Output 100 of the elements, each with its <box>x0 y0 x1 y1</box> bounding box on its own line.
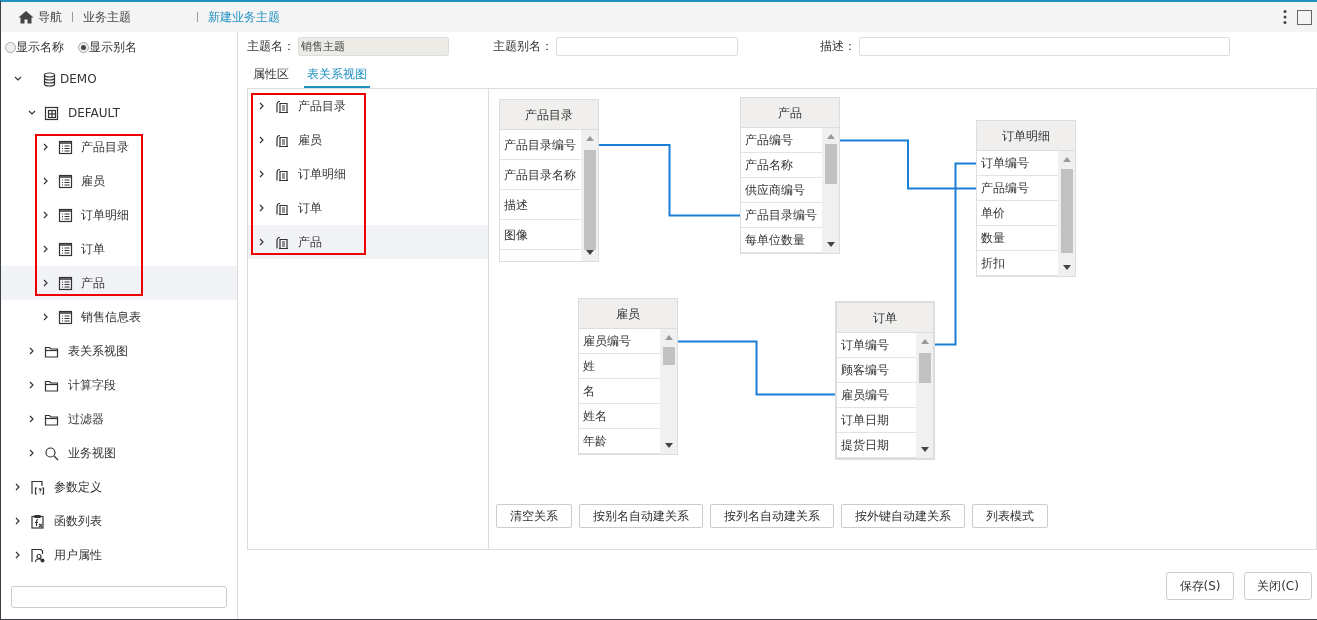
field-label: 主题名： <box>247 38 295 55</box>
scroll-down-icon <box>920 447 929 452</box>
scroll-up-icon <box>920 339 929 344</box>
table-title: 雇员 <box>579 299 677 329</box>
action-button[interactable]: 按外键自动建关系 <box>841 504 965 528</box>
tree-item[interactable]: 产品目录 <box>1 130 237 164</box>
table-list-item[interactable]: 订单 <box>248 191 488 225</box>
stacked-table-icon <box>274 98 289 114</box>
table-list-item[interactable]: 产品 <box>248 225 488 259</box>
action-button[interactable]: 清空关系 <box>496 504 572 528</box>
tree-item[interactable]: 产品 <box>1 266 237 300</box>
database-icon <box>42 71 57 87</box>
table-icon <box>58 309 73 325</box>
tree-item[interactable]: 表关系视图 <box>1 334 237 368</box>
radio-option[interactable]: 显示名称 <box>5 38 64 56</box>
table-icon <box>58 173 73 189</box>
field-label: 描述： <box>820 38 856 55</box>
tree-item[interactable]: 订单明细 <box>1 198 237 232</box>
table-title: 产品 <box>741 98 839 128</box>
tree-item[interactable]: 订单 <box>1 232 237 266</box>
function-icon <box>30 513 45 529</box>
breadcrumb-link[interactable]: 导航 <box>38 8 62 26</box>
text-field[interactable] <box>556 36 738 56</box>
scroll-thumb[interactable] <box>918 353 931 383</box>
radio-option[interactable]: 显示别名 <box>78 38 137 56</box>
scroll-up-icon <box>664 335 673 340</box>
tree-item[interactable]: 销售信息表 <box>1 300 237 334</box>
scrollbar[interactable] <box>581 130 598 261</box>
chevron-right-icon <box>28 381 36 389</box>
scroll-down-icon <box>826 242 835 247</box>
scrollbar[interactable] <box>660 329 677 454</box>
tree-item[interactable]: 业务视图 <box>1 436 237 470</box>
more-icon <box>1283 9 1287 25</box>
tree-item[interactable]: 函数列表 <box>1 504 237 538</box>
scrollbar[interactable] <box>916 333 933 458</box>
chevron-right-icon <box>258 136 266 144</box>
table-icon <box>58 275 73 291</box>
chevron-right-icon <box>42 245 50 253</box>
chevron-right-icon <box>258 238 266 246</box>
chevron-right-icon <box>14 517 22 525</box>
table-icon <box>58 207 73 223</box>
tab[interactable]: 属性区 <box>250 65 292 88</box>
dialog-button[interactable]: 关闭(C) <box>1244 572 1312 600</box>
field-label: 主题别名： <box>493 38 553 55</box>
chevron-right-icon <box>28 415 36 423</box>
bracket-document-icon <box>30 479 45 495</box>
table-title: 产品目录 <box>500 100 598 130</box>
maximize-icon <box>1297 9 1312 25</box>
table-icon <box>58 241 73 257</box>
chevron-right-icon <box>42 211 50 219</box>
stacked-table-icon <box>274 234 289 250</box>
table-title: 订单明细 <box>977 121 1075 151</box>
chevron-right-icon <box>28 347 36 355</box>
table-list-item[interactable]: 订单明细 <box>248 157 488 191</box>
tree-item[interactable]: 雇员 <box>1 164 237 198</box>
chevron-right-icon <box>42 313 50 321</box>
scrollbar[interactable] <box>1058 151 1075 276</box>
scroll-thumb[interactable] <box>583 150 596 250</box>
chevron-right-icon <box>42 143 50 151</box>
text-field[interactable]: 销售主题 <box>298 36 449 56</box>
scroll-down-icon <box>1062 265 1071 270</box>
scroll-up-icon <box>1062 157 1071 162</box>
table-list-item[interactable]: 产品目录 <box>248 89 488 123</box>
table-list-item[interactable]: 雇员 <box>248 123 488 157</box>
stacked-table-icon <box>274 166 289 182</box>
grid-square-icon <box>44 105 59 121</box>
scroll-up-icon <box>826 134 835 139</box>
scroll-thumb[interactable] <box>662 347 675 365</box>
tab[interactable]: 表关系视图 <box>304 65 370 88</box>
tree-item[interactable]: DEMO <box>1 62 237 96</box>
chevron-right-icon <box>258 170 266 178</box>
search-field[interactable] <box>11 586 227 608</box>
tree-item[interactable]: 用户属性 <box>1 538 237 572</box>
dialog-button[interactable]: 保存(S) <box>1166 572 1234 600</box>
chevron-right-icon <box>28 449 36 457</box>
search-icon <box>44 445 59 461</box>
text-field[interactable] <box>859 36 1230 56</box>
tree-item[interactable]: 过滤器 <box>1 402 237 436</box>
action-button[interactable]: 按列名自动建关系 <box>710 504 834 528</box>
tree-item[interactable]: 计算字段 <box>1 368 237 402</box>
table-icon <box>58 139 73 155</box>
breadcrumb-link[interactable]: 业务主题 <box>83 8 131 26</box>
chevron-right-icon <box>14 551 22 559</box>
scroll-thumb[interactable] <box>824 144 837 184</box>
stacked-table-icon <box>274 132 289 148</box>
chevron-right-icon <box>42 177 50 185</box>
stacked-table-icon <box>274 200 289 216</box>
chevron-down-icon <box>14 75 22 83</box>
tree-item[interactable]: DEFAULT <box>1 96 237 130</box>
scroll-thumb[interactable] <box>1060 169 1073 253</box>
home-icon <box>18 10 34 24</box>
user-document-icon <box>30 547 45 563</box>
scrollbar[interactable] <box>822 128 839 253</box>
action-button[interactable]: 按别名自动建关系 <box>579 504 703 528</box>
chevron-right-icon <box>42 279 50 287</box>
action-button[interactable]: 列表模式 <box>972 504 1048 528</box>
chevron-down-icon <box>28 109 36 117</box>
chevron-right-icon <box>14 483 22 491</box>
tree-item[interactable]: 参数定义 <box>1 470 237 504</box>
chevron-right-icon <box>258 204 266 212</box>
